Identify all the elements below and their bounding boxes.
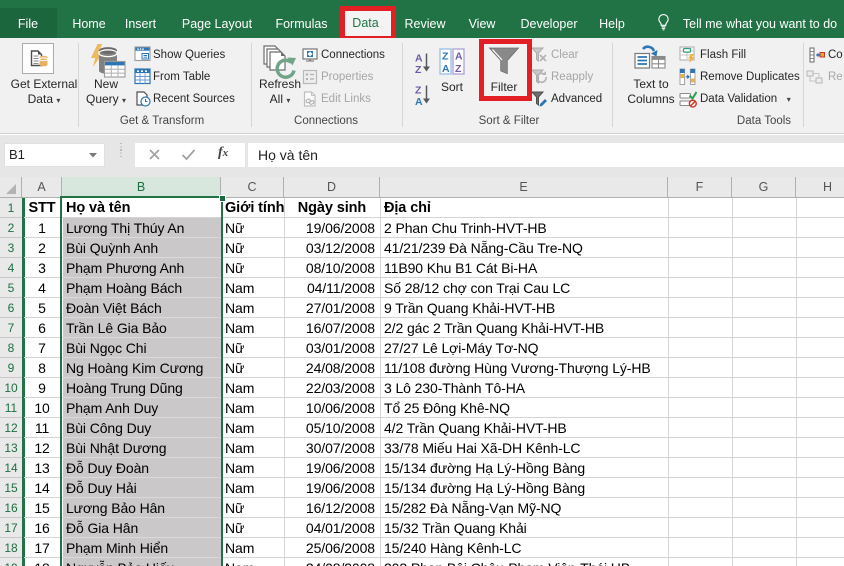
- svg-text:Z: Z: [415, 64, 422, 74]
- svg-text:Z: Z: [455, 63, 462, 75]
- svg-text:A: A: [442, 63, 450, 75]
- svg-text:A: A: [455, 51, 463, 63]
- svg-text:A: A: [415, 53, 423, 65]
- svg-text:Z: Z: [442, 51, 449, 63]
- svg-text:A: A: [415, 96, 423, 106]
